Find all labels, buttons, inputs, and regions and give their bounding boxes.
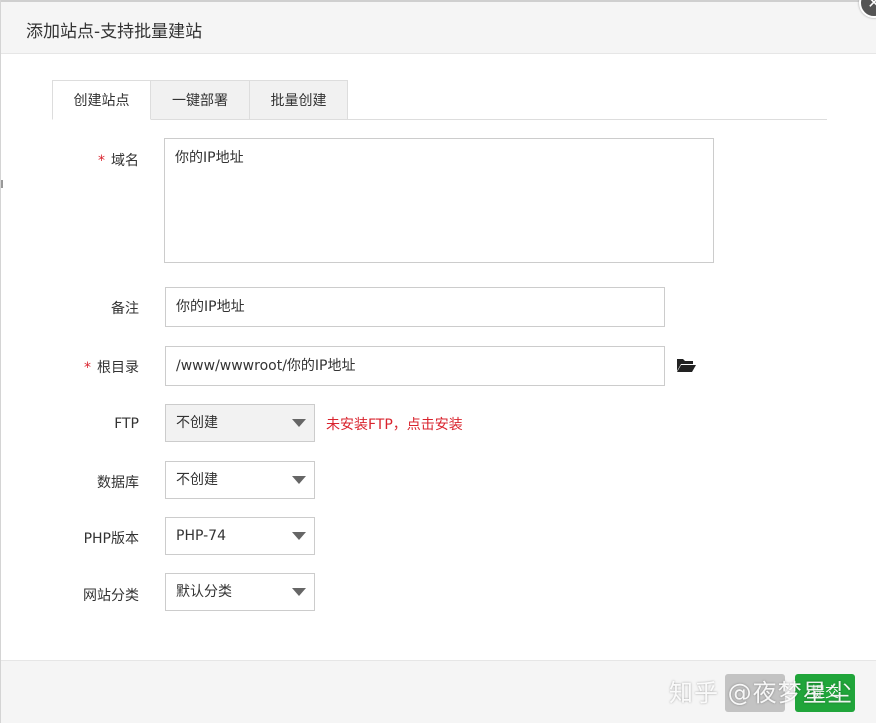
database-label: 数据库	[97, 475, 139, 491]
domain-textarea[interactable]: 你的IP地址	[164, 138, 714, 263]
site-category-select-value: 默认分类	[176, 584, 232, 600]
domain-label: * 域名	[19, 150, 139, 170]
database-select-value: 不创建	[176, 472, 218, 488]
edge-marker	[1, 180, 3, 188]
tab-one-click-deploy[interactable]: 一键部署	[150, 80, 250, 120]
add-site-dialog: 添加站点-支持批量建站 ✕ 创建站点 一键部署 批量创建 * 域名 你的IP地址 …	[0, 0, 876, 723]
root-dir-input[interactable]: /www/wwwroot/你的IP地址	[165, 346, 665, 386]
site-category-label: 网站分类	[83, 588, 139, 604]
ftp-install-link[interactable]: 未安装FTP，点击安装	[326, 414, 463, 434]
php-version-label: PHP版本	[83, 531, 139, 547]
chevron-down-icon	[292, 588, 306, 596]
required-mark: *	[84, 360, 91, 376]
site-category-select[interactable]: 默认分类	[165, 573, 315, 611]
root-dir-label-text: 根目录	[97, 360, 139, 376]
ftp-select-value: 不创建	[176, 415, 218, 431]
watermark: 知乎 @夜梦星尘	[669, 679, 853, 707]
domain-label-text: 域名	[111, 153, 139, 169]
ftp-label: FTP	[114, 416, 139, 432]
root-dir-label: * 根目录	[19, 357, 139, 377]
php-version-select[interactable]: PHP-74	[165, 517, 315, 555]
dialog-title: 添加站点-支持批量建站	[26, 22, 203, 42]
remark-input[interactable]: 你的IP地址	[165, 287, 665, 327]
folder-open-icon[interactable]	[676, 357, 696, 373]
php-version-select-value: PHP-74	[176, 528, 226, 544]
chevron-down-icon	[292, 419, 306, 427]
ftp-select[interactable]: 不创建	[165, 404, 315, 442]
chevron-down-icon	[292, 476, 306, 484]
required-mark: *	[98, 153, 105, 169]
tab-create-site[interactable]: 创建站点	[52, 80, 151, 120]
remark-label: 备注	[111, 301, 139, 317]
tab-batch-create[interactable]: 批量创建	[249, 80, 348, 120]
database-select[interactable]: 不创建	[165, 461, 315, 499]
chevron-down-icon	[292, 532, 306, 540]
dialog-titlebar: 添加站点-支持批量建站	[1, 2, 876, 54]
